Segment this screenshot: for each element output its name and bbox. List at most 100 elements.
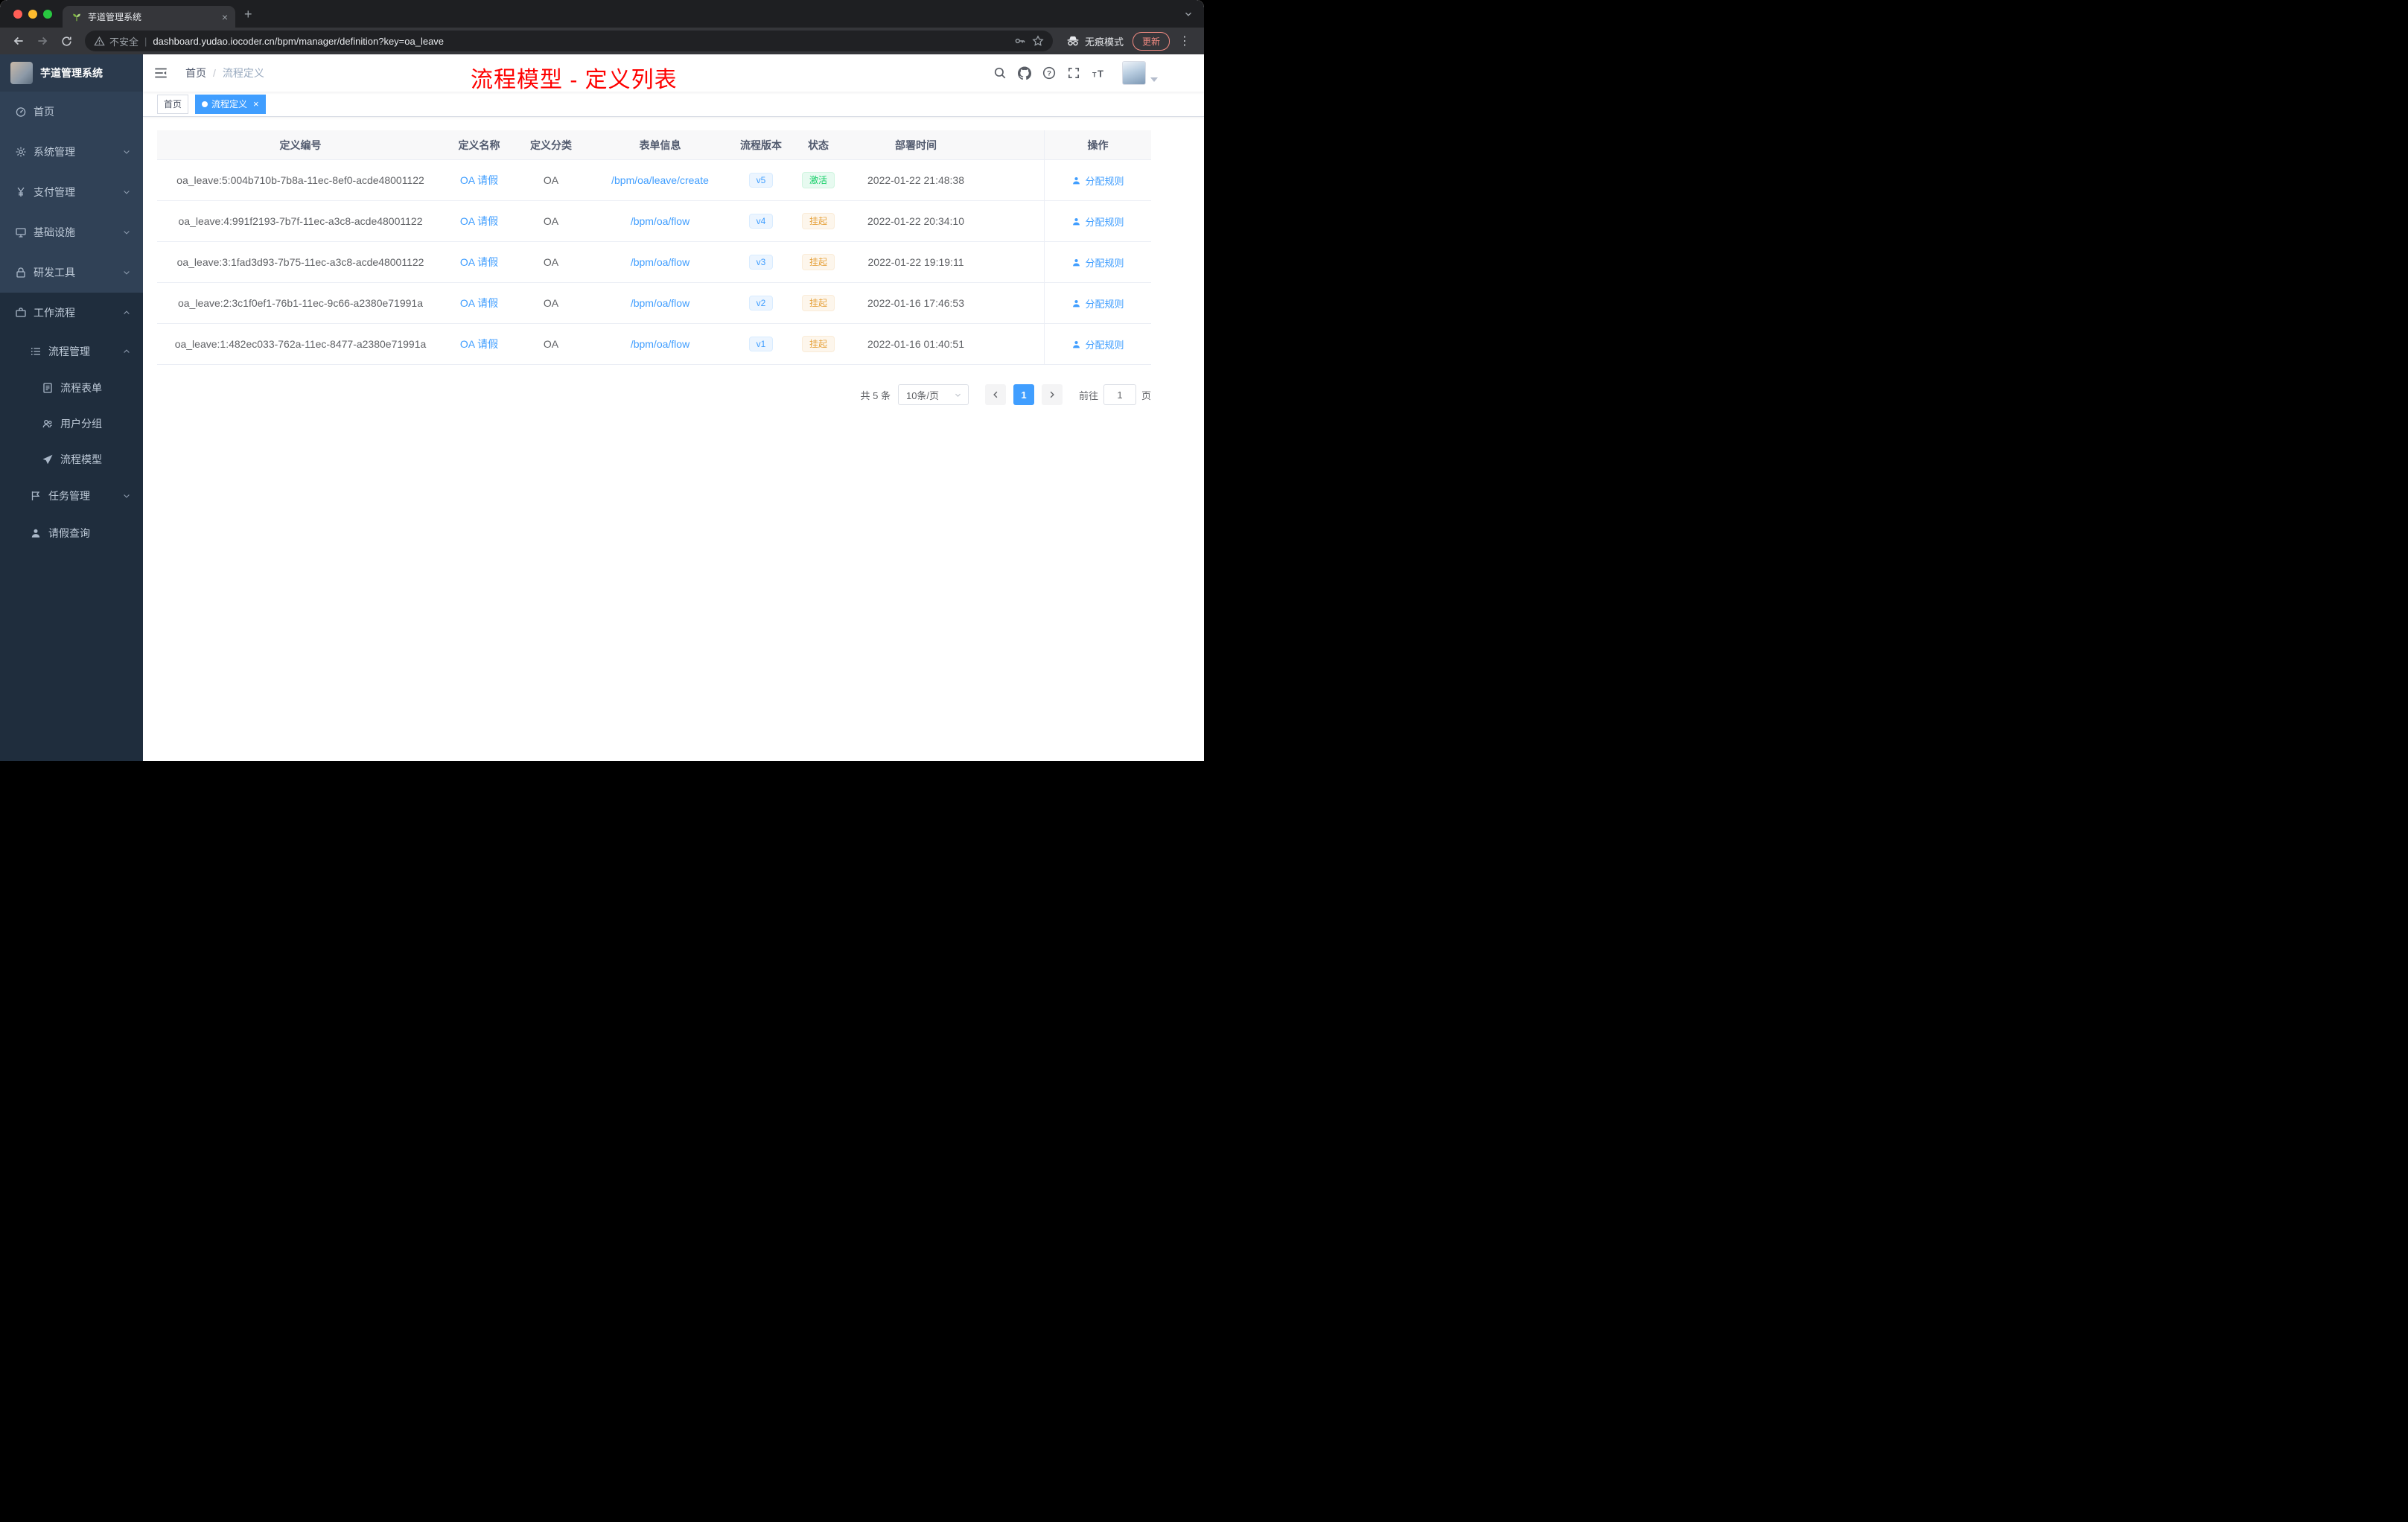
definition-table: 定义编号 定义名称 定义分类 表单信息 流程版本 状态 部署时间 操作 oa_l…: [157, 130, 1151, 365]
users-icon: [42, 418, 54, 430]
bookmark-star-icon[interactable]: [1032, 35, 1044, 47]
col-actions: 操作: [1044, 130, 1151, 159]
definition-name-link[interactable]: OA 请假: [460, 173, 498, 188]
tab-search-chevron-icon[interactable]: [1183, 9, 1194, 19]
hamburger-icon[interactable]: [153, 65, 169, 81]
cell-actions: 分配规则: [1044, 201, 1151, 241]
cell-definition-id: oa_leave:3:1fad3d93-7b75-11ec-a3c8-acde4…: [176, 256, 424, 268]
sidebar-item-system[interactable]: 系统管理: [0, 132, 143, 172]
chevron-left-icon: [993, 391, 998, 398]
svg-text:?: ?: [1047, 69, 1051, 77]
security-indicator[interactable]: 不安全: [94, 34, 138, 48]
assign-rule-button[interactable]: 分配规则: [1071, 296, 1124, 311]
avatar[interactable]: [1122, 61, 1146, 85]
cell-definition-id: oa_leave:1:482ec033-762a-11ec-8477-a2380…: [174, 338, 427, 350]
breadcrumb-home[interactable]: 首页: [185, 66, 206, 80]
table-row: oa_leave:5:004b710b-7b8a-11ec-8ef0-acde4…: [157, 160, 1151, 201]
document-icon: [42, 382, 54, 394]
sidebar-item-leave-query[interactable]: 请假查询: [0, 515, 143, 552]
version-badge: v3: [748, 255, 774, 270]
url-text[interactable]: dashboard.yudao.iocoder.cn/bpm/manager/d…: [153, 36, 1008, 47]
new-tab-button[interactable]: +: [244, 7, 252, 21]
sidebar-item-infrastructure[interactable]: 基础设施: [0, 212, 143, 252]
minimize-window-button[interactable]: [28, 9, 37, 19]
assign-rule-button[interactable]: 分配规则: [1071, 173, 1124, 188]
chrome-update-button[interactable]: 更新: [1132, 31, 1170, 51]
chevron-up-icon: [122, 308, 131, 317]
tag-home[interactable]: 首页: [157, 94, 189, 114]
status-badge: 挂起: [801, 295, 835, 311]
version-badge: v5: [748, 173, 774, 188]
prev-page-button[interactable]: [984, 384, 1006, 405]
cell-category: OA: [543, 174, 559, 186]
table-header-row: 定义编号 定义名称 定义分类 表单信息 流程版本 状态 部署时间 操作: [157, 130, 1151, 160]
sidebar-logo[interactable]: 芋道管理系统: [0, 54, 143, 92]
back-icon[interactable]: [9, 31, 28, 51]
assign-rule-button[interactable]: 分配规则: [1071, 214, 1124, 229]
col-definition-name: 定义名称: [458, 138, 500, 151]
form-link[interactable]: /bpm/oa/flow: [631, 256, 689, 268]
sidebar-item-workflow[interactable]: 工作流程: [0, 293, 143, 333]
cell-category: OA: [543, 215, 559, 227]
cell-version: v1: [733, 324, 789, 364]
assign-rule-button[interactable]: 分配规则: [1071, 337, 1124, 351]
help-icon[interactable]: ?: [1042, 66, 1056, 80]
form-link[interactable]: /bpm/oa/leave/create: [611, 174, 709, 186]
sidebar-item-process-management[interactable]: 流程管理: [0, 333, 143, 370]
github-icon[interactable]: [1018, 66, 1031, 80]
reload-icon[interactable]: [57, 31, 76, 51]
font-size-icon[interactable]: TT: [1092, 66, 1105, 80]
user-menu[interactable]: [1122, 61, 1158, 85]
cell-definition-name: OA 请假: [444, 242, 515, 282]
tab-close-icon[interactable]: ×: [222, 11, 228, 23]
page-size-select[interactable]: 10条/页: [897, 384, 969, 405]
cell-category: OA: [543, 256, 559, 268]
sidebar-item-process-model[interactable]: 流程模型: [0, 442, 143, 477]
cell-category: OA: [543, 297, 559, 309]
definition-name-link[interactable]: OA 请假: [460, 214, 498, 229]
form-link[interactable]: /bpm/oa/flow: [631, 297, 689, 309]
cell-status: 挂起: [789, 324, 847, 364]
user-icon: [1073, 217, 1080, 225]
sidebar-item-payment[interactable]: 支付管理: [0, 172, 143, 212]
next-page-button[interactable]: [1041, 384, 1063, 405]
browser-menu-icon[interactable]: ⋮: [1174, 34, 1195, 48]
sidebar-item-home[interactable]: 首页: [0, 92, 143, 132]
breadcrumb-current: 流程定义: [222, 67, 264, 79]
cell-definition-name: OA 请假: [444, 324, 515, 364]
sidebar-item-process-form[interactable]: 流程表单: [0, 370, 143, 406]
active-dot: [202, 101, 208, 107]
form-link[interactable]: /bpm/oa/flow: [631, 338, 689, 350]
url-field[interactable]: 不安全 | dashboard.yudao.iocoder.cn/bpm/man…: [85, 31, 1053, 51]
sidebar-item-devtools[interactable]: 研发工具: [0, 252, 143, 293]
zoom-window-button[interactable]: [43, 9, 52, 19]
sidebar-item-task-management[interactable]: 任务管理: [0, 477, 143, 515]
definition-name-link[interactable]: OA 请假: [460, 255, 498, 270]
cell-status: 激活: [789, 160, 847, 200]
sidebar-item-user-group[interactable]: 用户分组: [0, 406, 143, 442]
tag-process-definition[interactable]: 流程定义 ×: [195, 94, 266, 114]
window-controls: [0, 9, 63, 19]
forward-icon[interactable]: [33, 31, 52, 51]
breadcrumb: 首页 / 流程定义: [185, 66, 264, 80]
fullscreen-icon[interactable]: [1067, 66, 1080, 80]
browser-tab[interactable]: 芋道管理系统 ×: [63, 6, 235, 28]
definition-name-link[interactable]: OA 请假: [460, 337, 498, 351]
form-link[interactable]: /bpm/oa/flow: [631, 215, 689, 227]
navbar-actions: ? TT: [993, 61, 1204, 85]
col-process-version: 流程版本: [740, 138, 782, 151]
cell-version: v5: [733, 160, 789, 200]
cell-deploy-time: 2022-01-22 19:19:11: [867, 256, 964, 268]
definition-name-link[interactable]: OA 请假: [460, 296, 498, 311]
tag-close-icon[interactable]: ×: [253, 98, 259, 109]
close-window-button[interactable]: [13, 9, 22, 19]
col-form-info: 表单信息: [639, 138, 681, 151]
goto-page-input[interactable]: [1103, 384, 1136, 405]
page-number-button[interactable]: 1: [1013, 384, 1034, 405]
pagination: 共 5 条 10条/页 1 前往 页: [157, 384, 1151, 405]
chevron-up-icon: [122, 347, 131, 356]
assign-rule-button[interactable]: 分配规则: [1071, 255, 1124, 270]
search-icon[interactable]: [993, 66, 1007, 80]
cell-definition-name: OA 请假: [444, 160, 515, 200]
password-key-icon[interactable]: [1014, 35, 1026, 47]
